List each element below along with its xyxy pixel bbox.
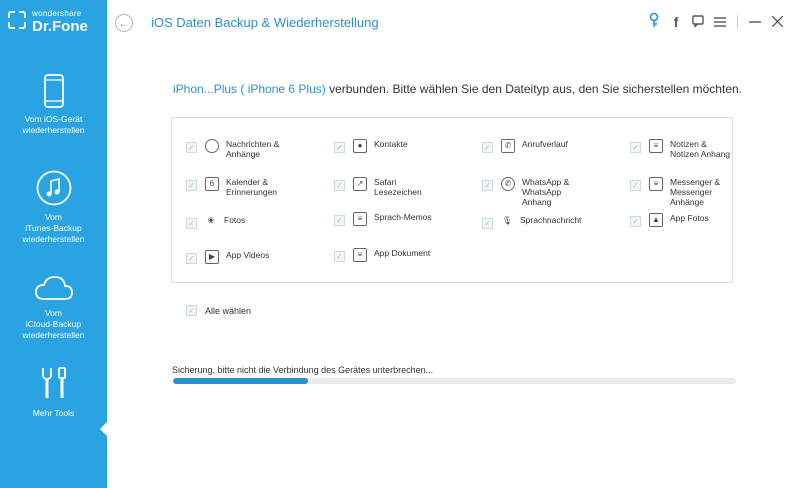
window-toolbar: f (643, 12, 788, 32)
file-type-item[interactable]: ✓ ❀ Fotos (186, 215, 245, 229)
sidebar-item-itunes-restore[interactable]: Vom iTunes-Backup wiederherstellen (0, 170, 107, 245)
checkbox[interactable]: ✓ (334, 215, 345, 226)
checkbox[interactable]: ✓ (630, 216, 641, 227)
window-title: iOS Daten Backup & Wiederherstellung (151, 15, 379, 30)
music-icon (36, 170, 71, 206)
file-type-label: Nachrichten & Anhänge (226, 139, 280, 159)
file-type-item[interactable]: ✓ ≡ App Dokument (334, 248, 430, 262)
sidebar-item-label: Vom iCloud-Backup wiederherstellen (22, 308, 85, 340)
checkbox[interactable]: ✓ (186, 180, 197, 191)
file-type-label: WhatsApp & WhatsApp Anhang (522, 177, 570, 207)
progress-fill (173, 378, 309, 384)
checkbox[interactable]: ✓ (482, 142, 493, 153)
checkbox[interactable]: ✓ (334, 180, 345, 191)
headline-text: verbunden. Bitte wählen Sie den Dateityp… (325, 82, 742, 96)
file-type-item[interactable]: ✓ Nachrichten & Anhänge (186, 139, 279, 159)
safari-icon: ↗ (353, 177, 367, 191)
back-arrow-icon[interactable]: ← (115, 14, 133, 32)
minimize-icon[interactable] (744, 12, 766, 32)
feedback-icon[interactable] (687, 12, 709, 32)
checkbox[interactable]: ✓ (482, 180, 493, 191)
app-videos-icon: ▶ (205, 250, 219, 264)
sidebar-item-label: Vom iOS-Gerät wiederherstellen (22, 114, 85, 135)
select-all-label: Alle wählen (205, 305, 252, 316)
select-all-checkbox[interactable]: ✓ (186, 305, 197, 316)
app-photos-icon: ▲ (649, 213, 663, 227)
voicemail-icon: 🎙 (501, 216, 513, 225)
checkbox[interactable]: ✓ (334, 142, 345, 153)
sidebar-item-icloud-restore[interactable]: Vom iCloud-Backup wiederherstellen (0, 274, 107, 341)
file-type-item[interactable]: ✓ ▲ App Fotos (630, 213, 709, 227)
file-type-label: Kalender & Erinnerungen (226, 177, 278, 197)
checkbox[interactable]: ✓ (186, 253, 197, 264)
sidebar: Vom iOS-Gerät wiederherstellen Vom iTune… (0, 44, 107, 488)
voice-memo-icon: ≡ (353, 212, 367, 226)
file-type-item[interactable]: ✓ ✆ Anrufverlauf (482, 139, 568, 153)
app-document-icon: ≡ (353, 248, 367, 262)
checkbox[interactable]: ✓ (186, 142, 197, 153)
file-type-item[interactable]: ✓ ≡ Notizen & Notizen Anhang (630, 139, 730, 159)
select-all[interactable]: ✓ Alle wählen (186, 305, 251, 316)
message-icon (205, 139, 219, 153)
checkbox[interactable]: ✓ (186, 218, 197, 229)
sidebar-item-label: Mehr Tools (32, 408, 75, 418)
checkbox[interactable]: ✓ (630, 142, 641, 153)
file-type-label: Sprachnachricht (520, 215, 582, 225)
connection-headline: iPhon...Plus ( iPhone 6 Plus) verbunden.… (173, 82, 742, 96)
sidebar-item-ios-restore[interactable]: Vom iOS-Gerät wiederherstellen (0, 74, 107, 136)
file-type-item[interactable]: ✓ ● Kontakte (334, 139, 408, 153)
file-type-label: Sprach-Memos (374, 212, 432, 222)
phone-icon (43, 74, 64, 108)
calendar-icon: 6 (205, 177, 219, 191)
file-type-label: Safari Lesezeichen (374, 177, 422, 197)
tools-icon (41, 367, 66, 398)
file-type-item[interactable]: ✓ ≡ Messenger & Messenger Anhänge (630, 177, 720, 207)
file-type-label: Fotos (224, 215, 246, 225)
cloud-icon (34, 276, 73, 300)
drfone-logo-icon (8, 11, 26, 29)
file-type-item[interactable]: ✓ 🎙 Sprachnachricht (482, 215, 581, 229)
app-logo: wondershare Dr.Fone (0, 0, 107, 44)
facebook-icon[interactable]: f (665, 12, 687, 32)
device-name: iPhon...Plus ( iPhone 6 Plus) (173, 82, 326, 96)
checkbox[interactable]: ✓ (482, 218, 493, 229)
key-icon[interactable] (643, 12, 665, 32)
file-type-label: App Fotos (670, 213, 709, 223)
photos-icon: ❀ (207, 216, 215, 225)
file-type-panel: ✓ Nachrichten & Anhänge ✓ ● Kontakte ✓ ✆… (171, 117, 733, 283)
phone-call-icon: ✆ (501, 139, 515, 153)
file-type-item[interactable]: ✓ 6 Kalender & Erinnerungen (186, 177, 277, 197)
brand-small: wondershare (32, 9, 82, 18)
file-type-label: Anrufverlauf (522, 139, 568, 149)
sidebar-item-more-tools[interactable]: Mehr Tools (0, 366, 107, 419)
file-type-label: Notizen & Notizen Anhang (670, 139, 731, 159)
sidebar-item-label: Vom iTunes-Backup wiederherstellen (22, 212, 85, 244)
close-icon[interactable] (766, 12, 788, 32)
backup-progress-bar (173, 378, 736, 384)
title-bar: wondershare Dr.Fone ← iOS Daten Backup &… (0, 0, 800, 45)
backup-status-text: Sicherung, bitte nicht die Verbindung de… (172, 365, 434, 375)
app-window: wondershare Dr.Fone ← iOS Daten Backup &… (0, 0, 800, 488)
checkbox[interactable]: ✓ (630, 180, 641, 191)
brand-name: Dr.Fone (32, 18, 88, 35)
file-type-label: Messenger & Messenger Anhänge (670, 177, 721, 207)
file-type-label: App Videos (226, 250, 270, 260)
contacts-icon: ● (353, 139, 367, 153)
file-type-item[interactable]: ✓ ✆ WhatsApp & WhatsApp Anhang (482, 177, 569, 207)
file-type-item[interactable]: ✓ ≡ Sprach-Memos (334, 212, 432, 226)
whatsapp-icon: ✆ (501, 177, 515, 191)
menu-icon[interactable] (709, 12, 731, 32)
file-type-item[interactable]: ✓ ↗ Safari Lesezeichen (334, 177, 422, 197)
main-content: iPhon...Plus ( iPhone 6 Plus) verbunden.… (107, 44, 800, 488)
file-type-item[interactable]: ✓ ▶ App Videos (186, 250, 269, 264)
file-type-label: Kontakte (374, 139, 408, 149)
notes-icon: ≡ (649, 139, 663, 153)
messenger-icon: ≡ (649, 177, 663, 191)
file-type-label: App Dokument (374, 248, 431, 258)
active-indicator (100, 422, 107, 436)
checkbox[interactable]: ✓ (334, 251, 345, 262)
toolbar-divider (737, 15, 738, 29)
